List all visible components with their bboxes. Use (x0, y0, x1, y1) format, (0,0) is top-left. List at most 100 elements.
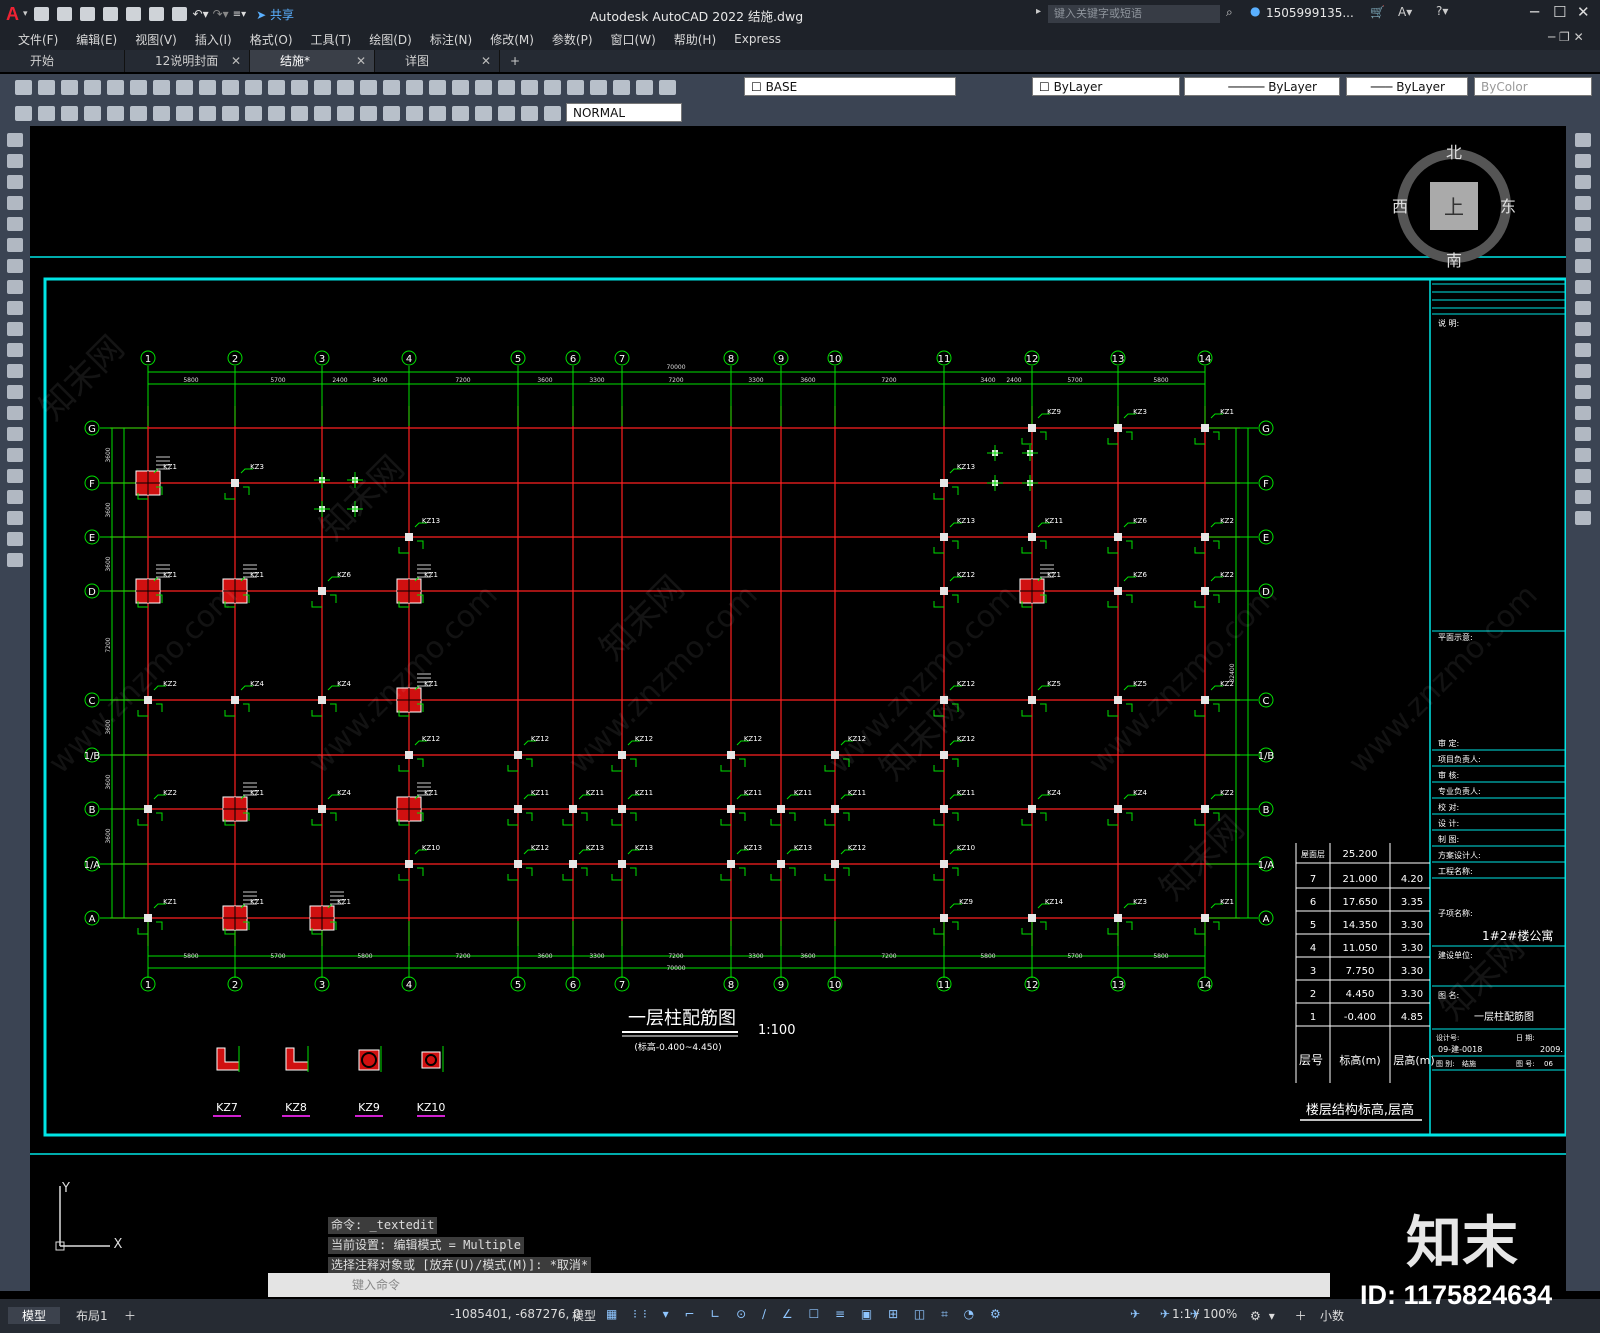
standard-tool-icon[interactable] (84, 79, 101, 95)
dim-tool-icon[interactable] (130, 105, 147, 121)
command-input[interactable]: 键入命令 (268, 1273, 1330, 1297)
standard-tool-icon[interactable] (567, 79, 584, 95)
menu-item-11[interactable]: 帮助(H) (674, 31, 716, 48)
dim-tool-icon[interactable] (245, 105, 262, 121)
dim-tool-icon[interactable] (383, 105, 400, 121)
menu-item-6[interactable]: 绘图(D) (369, 31, 412, 48)
file-tab-1[interactable]: 12说明封面 ✕ (125, 50, 250, 72)
units-value[interactable]: 小数 (1320, 1307, 1344, 1324)
menu-item-0[interactable]: 文件(F) (18, 31, 58, 48)
draw-tool-icon[interactable] (7, 532, 23, 546)
dim-tool-icon[interactable] (199, 105, 216, 121)
draw-tool-icon[interactable] (7, 175, 23, 189)
menu-item-7[interactable]: 标注(N) (430, 31, 472, 48)
draw-tool-icon[interactable] (7, 343, 23, 357)
dim-tool-icon[interactable] (38, 105, 55, 121)
modify-tool-icon[interactable] (1575, 364, 1591, 378)
dim-tool-icon[interactable] (84, 105, 101, 121)
save-icon[interactable] (79, 7, 95, 21)
modify-tool-icon[interactable] (1575, 511, 1591, 525)
dim-tool-icon[interactable] (337, 105, 354, 121)
layer-combo[interactable]: ☐ BASE (744, 77, 956, 96)
search-expand-icon[interactable]: ▸ (1036, 6, 1041, 17)
add-layout-icon[interactable]: ＋ (124, 1307, 136, 1324)
draw-tool-icon[interactable] (7, 301, 23, 315)
close-icon[interactable]: ✕ (1577, 3, 1590, 21)
autocad-logo-icon[interactable]: A (6, 4, 19, 25)
color-combo[interactable]: ☐ ByLayer (1032, 77, 1180, 96)
standard-tool-icon[interactable] (176, 79, 193, 95)
draw-tool-icon[interactable] (7, 133, 23, 147)
standard-tool-icon[interactable] (659, 79, 676, 95)
dim-tool-icon[interactable] (107, 105, 124, 121)
modify-tool-icon[interactable] (1575, 322, 1591, 336)
drafting-toggles[interactable]: ▦ ⁝⁝ ▾ ⌐ ∟ ⊙ ∕ ∠ ☐ ≡ ▣ ⊞ ◫ ⌗ ◔ ⚙ (606, 1307, 1007, 1322)
dim-tool-icon[interactable] (15, 105, 32, 121)
standard-tool-icon[interactable] (15, 79, 32, 95)
dim-tool-icon[interactable] (521, 105, 538, 121)
standard-tool-icon[interactable] (383, 79, 400, 95)
standard-tool-icon[interactable] (153, 79, 170, 95)
menu-item-4[interactable]: 格式(O) (250, 31, 293, 48)
dim-tool-icon[interactable] (153, 105, 170, 121)
dim-tool-icon[interactable] (452, 105, 469, 121)
standard-tool-icon[interactable] (521, 79, 538, 95)
modify-tool-icon[interactable] (1575, 490, 1591, 504)
app-menu-chevron-icon[interactable]: ▾ (23, 9, 28, 19)
save-as-icon[interactable] (102, 7, 118, 21)
standard-tool-icon[interactable] (337, 79, 354, 95)
open-web-icon[interactable] (125, 7, 141, 21)
model-space-button[interactable]: 模型 (572, 1307, 596, 1324)
modify-tool-icon[interactable] (1575, 406, 1591, 420)
dim-tool-icon[interactable] (498, 105, 515, 121)
menu-item-8[interactable]: 修改(M) (490, 31, 534, 48)
standard-tool-icon[interactable] (314, 79, 331, 95)
standard-tool-icon[interactable] (544, 79, 561, 95)
dim-tool-icon[interactable] (360, 105, 377, 121)
standard-tool-icon[interactable] (38, 79, 55, 95)
modify-tool-icon[interactable] (1575, 217, 1591, 231)
autodesk-a360-icon[interactable]: A▾ (1398, 5, 1412, 19)
modify-tool-icon[interactable] (1575, 280, 1591, 294)
maximize-icon[interactable]: ☐ (1553, 3, 1566, 21)
standard-tool-icon[interactable] (268, 79, 285, 95)
standard-tool-icon[interactable] (613, 79, 630, 95)
modify-tool-icon[interactable] (1575, 301, 1591, 315)
dim-tool-icon[interactable] (429, 105, 446, 121)
draw-tool-icon[interactable] (7, 490, 23, 504)
draw-tool-icon[interactable] (7, 511, 23, 525)
draw-tool-icon[interactable] (7, 259, 23, 273)
dim-tool-icon[interactable] (314, 105, 331, 121)
plotstyle-combo[interactable]: ByColor (1474, 77, 1592, 96)
cart-icon[interactable]: 🛒 (1370, 5, 1385, 19)
standard-tool-icon[interactable] (130, 79, 147, 95)
search-icon[interactable]: ⌕ (1226, 5, 1233, 20)
standard-tool-icon[interactable] (452, 79, 469, 95)
standard-tool-icon[interactable] (636, 79, 653, 95)
draw-tool-icon[interactable] (7, 469, 23, 483)
linetype-combo[interactable]: ───── ByLayer (1184, 77, 1340, 96)
close-tab-icon[interactable]: ✕ (356, 50, 366, 72)
modify-tool-icon[interactable] (1575, 196, 1591, 210)
close-tab-icon[interactable]: ✕ (481, 50, 491, 72)
modify-tool-icon[interactable] (1575, 175, 1591, 189)
close-tab-icon[interactable]: ✕ (231, 50, 241, 72)
dim-tool-icon[interactable] (544, 105, 561, 121)
modify-tool-icon[interactable] (1575, 133, 1591, 147)
standard-tool-icon[interactable] (498, 79, 515, 95)
draw-tool-icon[interactable] (7, 217, 23, 231)
share-button[interactable]: ➤ 共享 (256, 6, 294, 23)
modify-tool-icon[interactable] (1575, 259, 1591, 273)
draw-tool-icon[interactable] (7, 238, 23, 252)
dim-tool-icon[interactable] (222, 105, 239, 121)
drawing-canvas[interactable]: 上北南东西 G G F F E E D D C C 1/B 1/B B B 1/A 1/A A A 1 1 2 2 3 3 4 4 5… (30, 126, 1566, 1291)
draw-tool-icon[interactable] (7, 448, 23, 462)
dim-tool-icon[interactable] (406, 105, 423, 121)
menu-item-1[interactable]: 编辑(E) (76, 31, 117, 48)
draw-tool-icon[interactable] (7, 364, 23, 378)
minimize-icon[interactable]: ─ (1530, 3, 1539, 21)
standard-tool-icon[interactable] (222, 79, 239, 95)
standard-tool-icon[interactable] (199, 79, 216, 95)
workspace-icon[interactable]: ⚙▾ ＋ (1250, 1307, 1315, 1324)
tab-layout1[interactable]: 布局1 (70, 1307, 114, 1324)
